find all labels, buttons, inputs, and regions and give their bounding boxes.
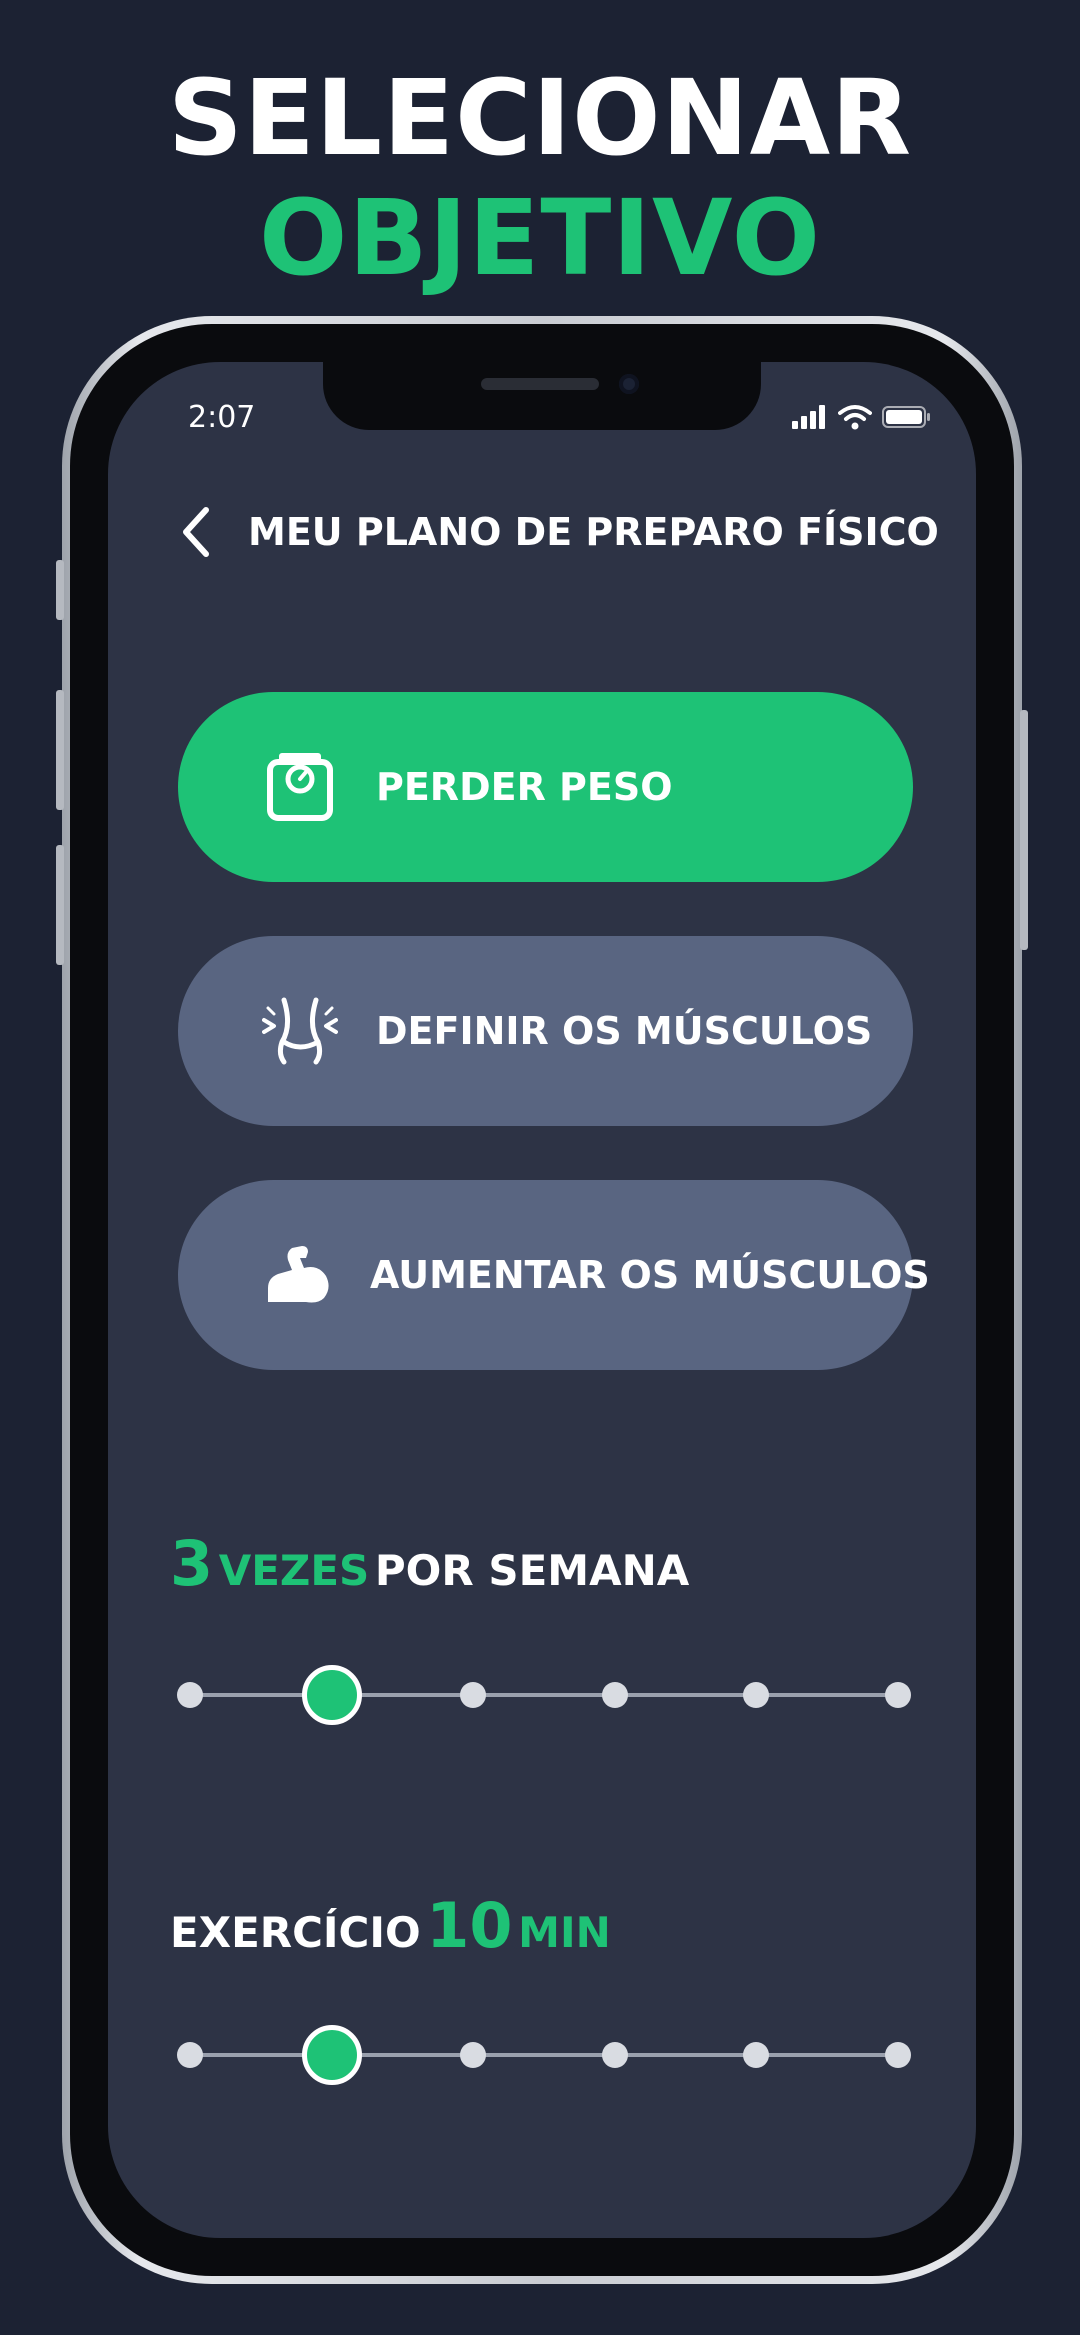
frequency-value: 3 (170, 1527, 214, 1600)
frequency-unit: VEZES (218, 1546, 370, 1595)
goal-label: DEFINIR OS MÚSCULOS (376, 1009, 873, 1053)
goal-option-lose-weight[interactable]: PERDER PESO (178, 692, 913, 882)
slider-track (190, 2053, 898, 2057)
goal-label: AUMENTAR OS MÚSCULOS (370, 1253, 930, 1297)
slider-stop[interactable] (743, 1682, 770, 1708)
flexed-arm-icon (262, 1237, 332, 1313)
frequency-slider[interactable] (177, 1655, 911, 1735)
slider-stop[interactable] (601, 2042, 628, 2068)
signal-icon (792, 405, 825, 429)
speaker-grille (481, 378, 599, 390)
slider-stop[interactable] (601, 1682, 628, 1708)
phone-notch (323, 362, 761, 430)
duration-heading: EXERCÍCIO 10 MIN (170, 1889, 611, 1962)
slider-stop[interactable] (460, 2042, 487, 2068)
page: SELECIONAR OBJETIVO 2:07 MEU PLANO DE PR… (0, 0, 1080, 2335)
slider-stop[interactable] (177, 2042, 203, 2068)
status-icons (792, 402, 932, 432)
duration-unit: MIN (518, 1908, 611, 1957)
phone-screen: 2:07 MEU PLANO DE PREPARO FÍSICO PERDER … (108, 362, 976, 2238)
top-nav: MEU PLANO DE PREPARO FÍSICO (178, 502, 939, 562)
wifi-icon (838, 405, 872, 430)
chevron-left-icon (183, 507, 209, 557)
back-button[interactable] (178, 502, 222, 562)
phone-power-button (1020, 710, 1028, 950)
battery-icon (882, 406, 930, 428)
waist-icon (262, 993, 338, 1069)
slider-stop[interactable] (743, 2042, 770, 2068)
frequency-heading: 3 VEZES POR SEMANA (170, 1527, 689, 1600)
goal-option-build-muscles[interactable]: AUMENTAR OS MÚSCULOS (178, 1180, 930, 1370)
phone-volume-down (56, 845, 64, 965)
phone-volume-up (56, 690, 64, 810)
slider-stop[interactable] (460, 1682, 487, 1708)
phone-mute-switch (56, 560, 64, 620)
scale-icon (262, 749, 338, 825)
duration-prefix: EXERCÍCIO (170, 1908, 421, 1957)
slider-stop[interactable] (885, 1682, 911, 1708)
slider-stop[interactable] (177, 1682, 203, 1708)
headline-line-1: SELECIONAR (167, 57, 913, 179)
goal-label: PERDER PESO (376, 765, 673, 809)
headline-line-2: OBJETIVO (258, 177, 822, 299)
front-camera (619, 374, 639, 394)
slider-thumb[interactable] (301, 1665, 362, 1725)
duration-slider[interactable] (177, 2015, 911, 2095)
goal-option-define-muscles[interactable]: DEFINIR OS MÚSCULOS (178, 936, 913, 1126)
slider-thumb[interactable] (301, 2025, 362, 2085)
page-title: MEU PLANO DE PREPARO FÍSICO (248, 510, 939, 554)
frequency-suffix: POR SEMANA (374, 1546, 690, 1595)
duration-value: 10 (426, 1889, 513, 1962)
status-time: 2:07 (188, 400, 256, 435)
slider-stop[interactable] (885, 2042, 911, 2068)
slider-track (190, 1693, 898, 1697)
